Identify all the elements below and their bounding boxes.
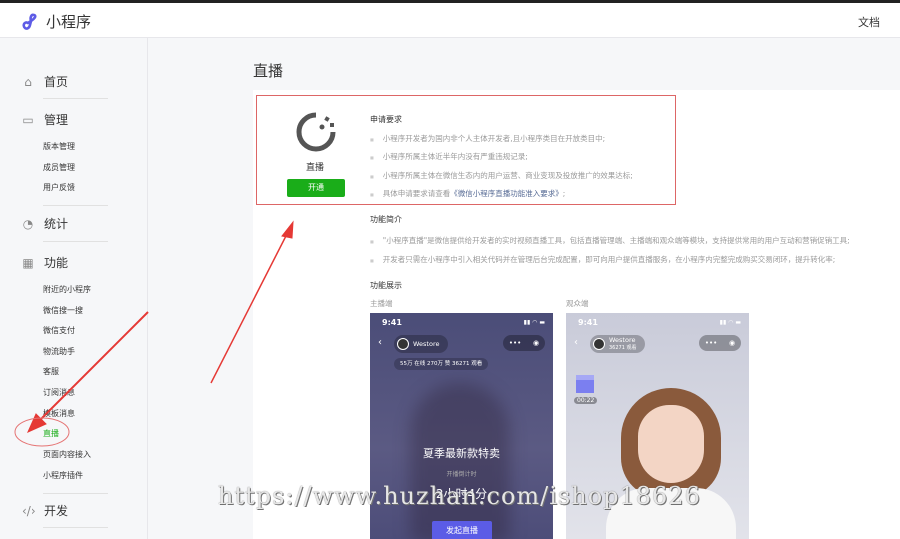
- annotation-arrow: [210, 220, 294, 384]
- watermark: https://www.huzhan.com/ishop18626: [218, 482, 701, 510]
- annotation-arrow: [27, 311, 149, 433]
- annotation-overlay: [14, 220, 294, 447]
